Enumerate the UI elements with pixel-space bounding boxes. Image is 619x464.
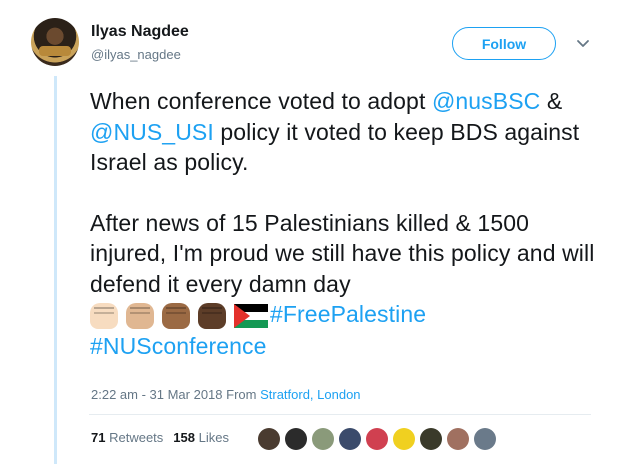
tweet-text-segment: When conference voted to adopt (90, 88, 432, 114)
username-handle[interactable]: @ilyas_nagdee (91, 47, 181, 62)
raised-fist-medium-dark-skin-icon (162, 302, 190, 329)
retweets-label: Retweets (109, 430, 164, 445)
retweets-stat[interactable]: 71 Retweets (91, 430, 163, 445)
follow-button[interactable]: Follow (452, 27, 556, 60)
display-name[interactable]: Ilyas Nagdee (91, 23, 189, 41)
likes-label: Likes (198, 430, 229, 445)
conversation-thread-line (54, 76, 57, 464)
tweet-stats: 71 Retweets 158 Likes (91, 430, 229, 445)
liker-avatar[interactable] (420, 428, 442, 450)
raised-fist-dark-skin-icon (198, 302, 226, 329)
tweet-text-segment: & (540, 88, 563, 114)
retweets-count: 71 (91, 430, 106, 445)
tweet-text: When conference voted to adopt @nusBSC &… (90, 86, 600, 362)
liker-avatar[interactable] (393, 428, 415, 450)
avatar[interactable] (31, 18, 79, 66)
location-link[interactable]: Stratford, London (260, 387, 360, 402)
tweet-paragraph-1: When conference voted to adopt @nusBSC &… (90, 86, 600, 178)
mention-link-nusbsc[interactable]: @nusBSC (432, 88, 540, 114)
liker-avatar[interactable] (339, 428, 361, 450)
liker-avatar[interactable] (258, 428, 280, 450)
liker-avatar[interactable] (312, 428, 334, 450)
likes-stat[interactable]: 158 Likes (173, 430, 229, 445)
hashtag-link-nusconference[interactable]: #NUSconference (90, 333, 267, 359)
likes-count: 158 (173, 430, 195, 445)
divider (89, 414, 591, 415)
chevron-down-icon[interactable] (576, 39, 590, 49)
raised-fist-light-skin-icon (90, 302, 118, 329)
raised-fist-medium-light-skin-icon (126, 302, 154, 329)
avatar-scarf (39, 46, 71, 56)
liker-avatar[interactable] (366, 428, 388, 450)
liker-avatar[interactable] (447, 428, 469, 450)
hashtag-link-freepalestine[interactable]: #FreePalestine (270, 301, 426, 327)
liker-avatar[interactable] (285, 428, 307, 450)
tweet-text-segment: After news of 15 Palestinians killed & 1… (90, 209, 595, 297)
tweet-timestamp: 2:22 am - 31 Mar 2018 From Stratford, Lo… (91, 387, 361, 402)
timestamp-text[interactable]: 2:22 am - 31 Mar 2018 From (91, 387, 260, 402)
emoji-row (90, 301, 270, 332)
liker-avatars (258, 428, 496, 450)
liker-avatar[interactable] (474, 428, 496, 450)
mention-link-nus-usi[interactable]: @NUS_USI (90, 119, 214, 145)
tweet-paragraph-2: After news of 15 Palestinians killed & 1… (90, 208, 600, 362)
palestine-flag-icon (234, 303, 268, 328)
